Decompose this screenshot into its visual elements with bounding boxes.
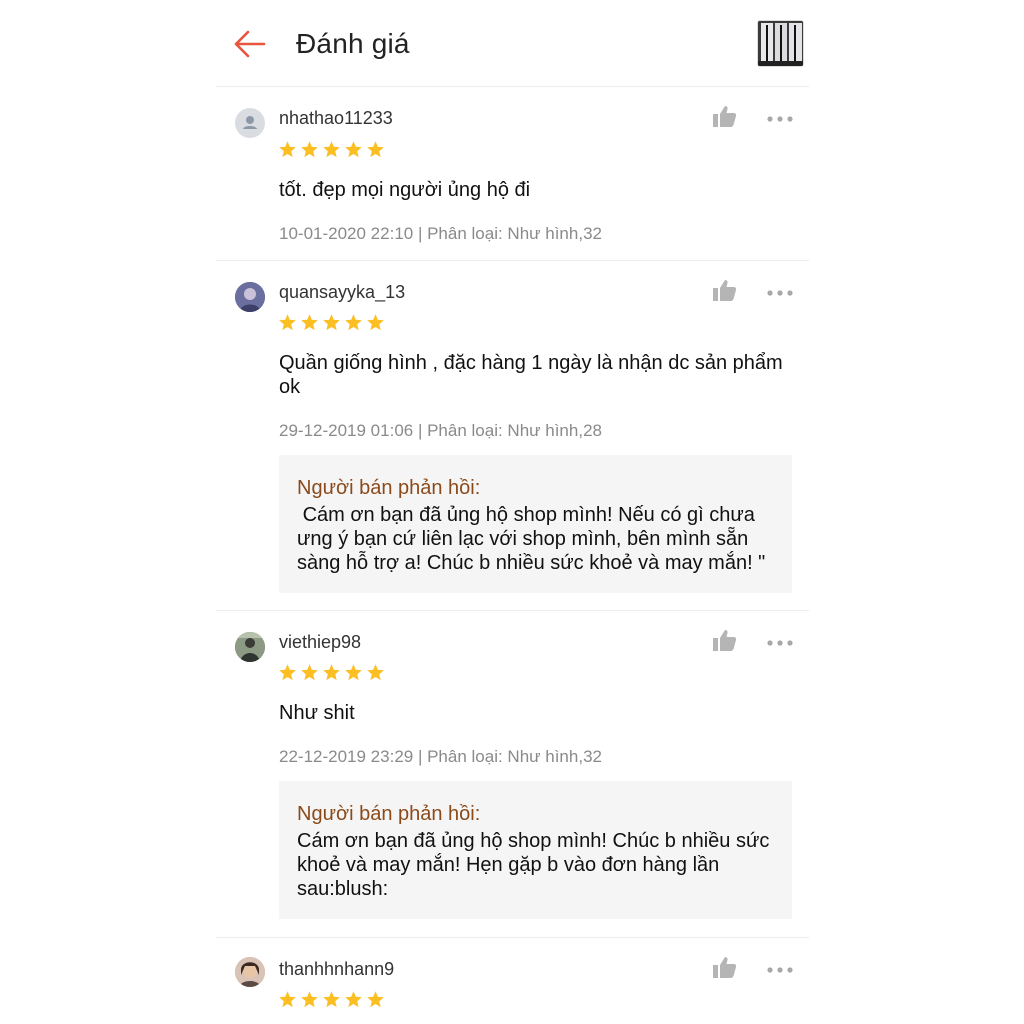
seller-reply-text: Cám ơn bạn đã ủng hộ shop mình! Nếu có g… <box>297 504 766 574</box>
product-image <box>758 21 803 66</box>
review-item: nhathao11233 tốt. đẹp mọi người ủng hộ đ… <box>216 88 809 261</box>
more-options-button[interactable] <box>766 634 794 646</box>
more-dots-icon <box>767 967 793 973</box>
more-dots-icon <box>767 116 793 122</box>
star-rating <box>278 140 385 159</box>
star-icon <box>345 314 362 331</box>
avatar <box>235 282 265 312</box>
seller-reply: Người bán phản hồi: Cám ơn bạn đã ủng hộ… <box>279 781 792 919</box>
more-dots-icon <box>767 290 793 296</box>
star-icon <box>367 664 384 681</box>
seller-reply-label: Người bán phản hồi: <box>297 477 481 499</box>
star-icon <box>323 314 340 331</box>
star-icon <box>301 141 318 158</box>
star-icon <box>367 314 384 331</box>
like-button[interactable] <box>713 105 739 129</box>
thumbs-up-icon <box>713 280 737 301</box>
review-meta: 10-01-2020 22:10 | Phân loại: Như hình,3… <box>279 224 602 243</box>
product-thumbnail[interactable] <box>757 20 804 67</box>
review-item: viethiep98 Như shit 22-12-2019 23:29 | P… <box>216 612 809 938</box>
more-options-button[interactable] <box>766 110 794 122</box>
review-meta: 29-12-2019 01:06 | Phân loại: Như hình,2… <box>279 421 602 440</box>
like-button[interactable] <box>713 279 739 303</box>
star-icon <box>323 664 340 681</box>
star-icon <box>279 991 296 1008</box>
user-photo <box>235 282 265 312</box>
star-icon <box>279 664 296 681</box>
like-button[interactable] <box>713 956 739 980</box>
avatar <box>235 957 265 987</box>
seller-reply: Người bán phản hồi: Cám ơn bạn đã ủng hộ… <box>279 455 792 593</box>
star-icon <box>345 141 362 158</box>
like-button[interactable] <box>713 629 739 653</box>
review-meta: 22-12-2019 23:29 | Phân loại: Như hình,3… <box>279 747 602 766</box>
review-item: quansayyka_13 Quần giống hình , đặc hàng… <box>216 262 809 611</box>
user-photo <box>235 957 265 987</box>
star-icon <box>323 991 340 1008</box>
star-icon <box>345 991 362 1008</box>
star-icon <box>279 314 296 331</box>
star-icon <box>301 314 318 331</box>
back-button[interactable] <box>232 26 268 62</box>
star-icon <box>301 991 318 1008</box>
thumbs-up-icon <box>713 106 737 127</box>
star-icon <box>367 991 384 1008</box>
star-icon <box>301 664 318 681</box>
thumbs-up-icon <box>713 630 737 651</box>
default-user-icon <box>243 116 257 129</box>
star-icon <box>367 141 384 158</box>
seller-reply-label: Người bán phản hồi: <box>297 803 481 825</box>
star-icon <box>323 141 340 158</box>
username: thanhhnhann9 <box>279 959 395 979</box>
review-comment: Quần giống hình , đặc hàng 1 ngày là nhậ… <box>279 352 783 398</box>
star-icon <box>345 664 362 681</box>
more-dots-icon <box>767 640 793 646</box>
seller-reply-text: Cám ơn bạn đã ủng hộ shop mình! Chúc b n… <box>297 830 775 900</box>
reviews-page: Đánh giá nhathao11233 tốt. đẹp mọi người… <box>216 0 809 1024</box>
review-comment: tốt. đẹp mọi người ủng hộ đi <box>279 179 531 201</box>
star-rating <box>278 663 385 682</box>
top-bar: Đánh giá <box>216 0 809 87</box>
review-item: thanhhnhann9 <box>216 939 809 1024</box>
page-title: Đánh giá <box>296 28 410 59</box>
user-photo <box>235 632 265 662</box>
username: quansayyka_13 <box>279 282 406 302</box>
thumbs-up-icon <box>713 957 737 978</box>
star-rating <box>278 990 385 1009</box>
review-comment: Như shit <box>279 702 355 724</box>
star-icon <box>279 141 296 158</box>
avatar <box>235 108 265 138</box>
more-options-button[interactable] <box>766 961 794 973</box>
more-options-button[interactable] <box>766 284 794 296</box>
username: nhathao11233 <box>279 108 393 128</box>
star-rating <box>278 313 385 332</box>
username: viethiep98 <box>279 632 362 652</box>
avatar <box>235 632 265 662</box>
arrow-left-icon <box>234 30 266 58</box>
